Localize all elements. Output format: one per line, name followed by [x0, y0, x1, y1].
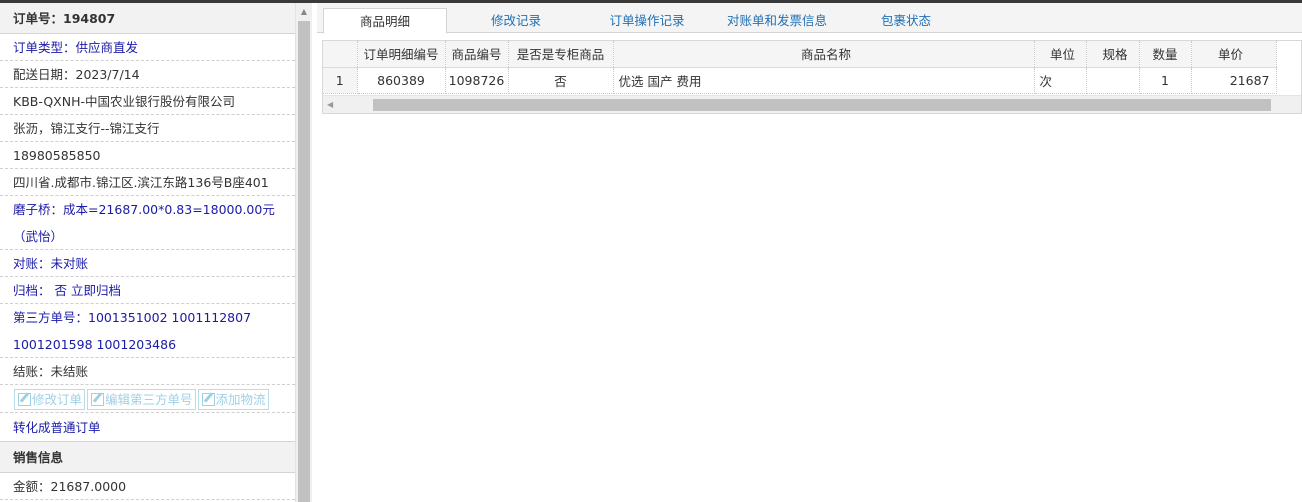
- cell-unit-price: 21687: [1191, 67, 1277, 94]
- header-spec[interactable]: 规格: [1086, 41, 1140, 68]
- customer-name: KBB-QXNH-中国农业银行股份有限公司: [0, 88, 295, 115]
- edit-third-party-label: 编辑第三方单号: [105, 392, 193, 407]
- tab-product-details[interactable]: 商品明细: [323, 8, 447, 34]
- grid-header-row: 订单明细编号 商品编号 是否是专柜商品 商品名称 单位 规格 数量 单价: [323, 41, 1277, 68]
- detail-tabs: 商品明细 修改记录 订单操作记录 对账单和发票信息 包裹状态: [317, 3, 1302, 34]
- tab-order-operation-log[interactable]: 订单操作记录: [585, 8, 709, 33]
- cost-note: 磨子桥：成本=21687.00*0.83=18000.00元（武怡）: [0, 196, 295, 250]
- order-info-panel: 订单号：194807 订单类型：供应商直发 配送日期：2023/7/14 KBB…: [0, 3, 312, 502]
- contact-name: 张沥，锦江支行--锦江支行: [0, 115, 295, 142]
- delivery-date: 配送日期：2023/7/14: [0, 61, 295, 88]
- tab-package-status[interactable]: 包裹状态: [857, 8, 955, 33]
- scroll-left-arrow-icon[interactable]: ◀: [327, 98, 339, 112]
- cell-unit: 次: [1034, 67, 1087, 94]
- product-detail-table: 订单明细编号 商品编号 是否是专柜商品 商品名称 单位 规格 数量 单价 1 8…: [323, 41, 1277, 94]
- tab-modification-log[interactable]: 修改记录: [457, 8, 575, 33]
- cell-counter-product: 否: [508, 67, 614, 94]
- cell-quantity: 1: [1139, 67, 1192, 94]
- third-party-order-numbers: 第三方单号：1001351002 1001112807: [13, 310, 252, 325]
- third-party-order-numbers-more: 1001201598 1001203486: [0, 331, 295, 358]
- edit-icon: [201, 393, 215, 406]
- header-unit[interactable]: 单位: [1034, 41, 1087, 68]
- reconcile-status: 对账：未对账: [0, 250, 295, 277]
- grid-horizontal-scrollbar[interactable]: ◀: [323, 95, 1301, 113]
- header-product-no[interactable]: 商品编号: [445, 41, 509, 68]
- edit-order-label: 修改订单: [32, 392, 83, 407]
- archive-status[interactable]: 归档： 否 立即归档: [0, 277, 295, 304]
- rownum-header: [323, 41, 358, 68]
- add-logistics-button[interactable]: 添加物流: [197, 389, 269, 410]
- edit-order-button[interactable]: 修改订单: [14, 389, 86, 410]
- header-quantity[interactable]: 数量: [1139, 41, 1192, 68]
- header-detail-no[interactable]: 订单明细编号: [357, 41, 446, 68]
- grid-scroll-thumb[interactable]: [373, 99, 1271, 111]
- cell-spec: [1086, 67, 1140, 94]
- scroll-up-arrow-icon[interactable]: ▲: [296, 4, 312, 20]
- table-row[interactable]: 1 860389 1098726 否 优选 国产 费用 次 1 21687: [323, 67, 1277, 94]
- edit-third-party-button[interactable]: 编辑第三方单号: [87, 389, 196, 410]
- sales-info-header: 销售信息: [0, 442, 295, 473]
- cell-detail-no: 860389: [357, 67, 446, 94]
- edit-icon: [18, 393, 31, 406]
- order-number-header: 订单号：194807: [0, 3, 295, 34]
- add-logistics-label: 添加物流: [215, 392, 266, 407]
- header-product-name[interactable]: 商品名称: [613, 41, 1035, 68]
- cell-product-no-link[interactable]: 1098726: [445, 67, 509, 94]
- left-scroll-thumb[interactable]: [298, 21, 310, 502]
- order-type: 订单类型：供应商直发: [0, 34, 295, 61]
- order-info-content: 订单号：194807 订单类型：供应商直发 配送日期：2023/7/14 KBB…: [0, 3, 295, 502]
- detail-panel: 商品明细 修改记录 订单操作记录 对账单和发票信息 包裹状态 订单明细编号 商品…: [317, 3, 1302, 502]
- left-vertical-scrollbar[interactable]: ▲: [295, 3, 312, 502]
- sales-amount: 金额：21687.0000: [0, 473, 295, 500]
- delivery-address: 四川省.成都市.锦江区.滨江东路136号B座401: [0, 169, 295, 196]
- settlement-status: 结账：未结账: [0, 358, 295, 385]
- product-detail-grid: 订单明细编号 商品编号 是否是专柜商品 商品名称 单位 规格 数量 单价 1 8…: [322, 40, 1302, 114]
- edit-icon: [91, 393, 105, 406]
- header-unit-price[interactable]: 单价: [1191, 41, 1277, 68]
- convert-to-normal-order-link[interactable]: 转化成普通订单: [0, 413, 295, 442]
- order-action-buttons: 修改订单 编辑第三方单号 添加物流: [0, 385, 295, 413]
- tab-statement-invoice[interactable]: 对账单和发票信息: [715, 8, 839, 33]
- contact-phone: 18980585850: [0, 142, 295, 169]
- header-counter-product[interactable]: 是否是专柜商品: [508, 41, 614, 68]
- cell-product-name-link[interactable]: 优选 国产 费用: [613, 67, 1035, 94]
- row-number: 1: [323, 67, 358, 94]
